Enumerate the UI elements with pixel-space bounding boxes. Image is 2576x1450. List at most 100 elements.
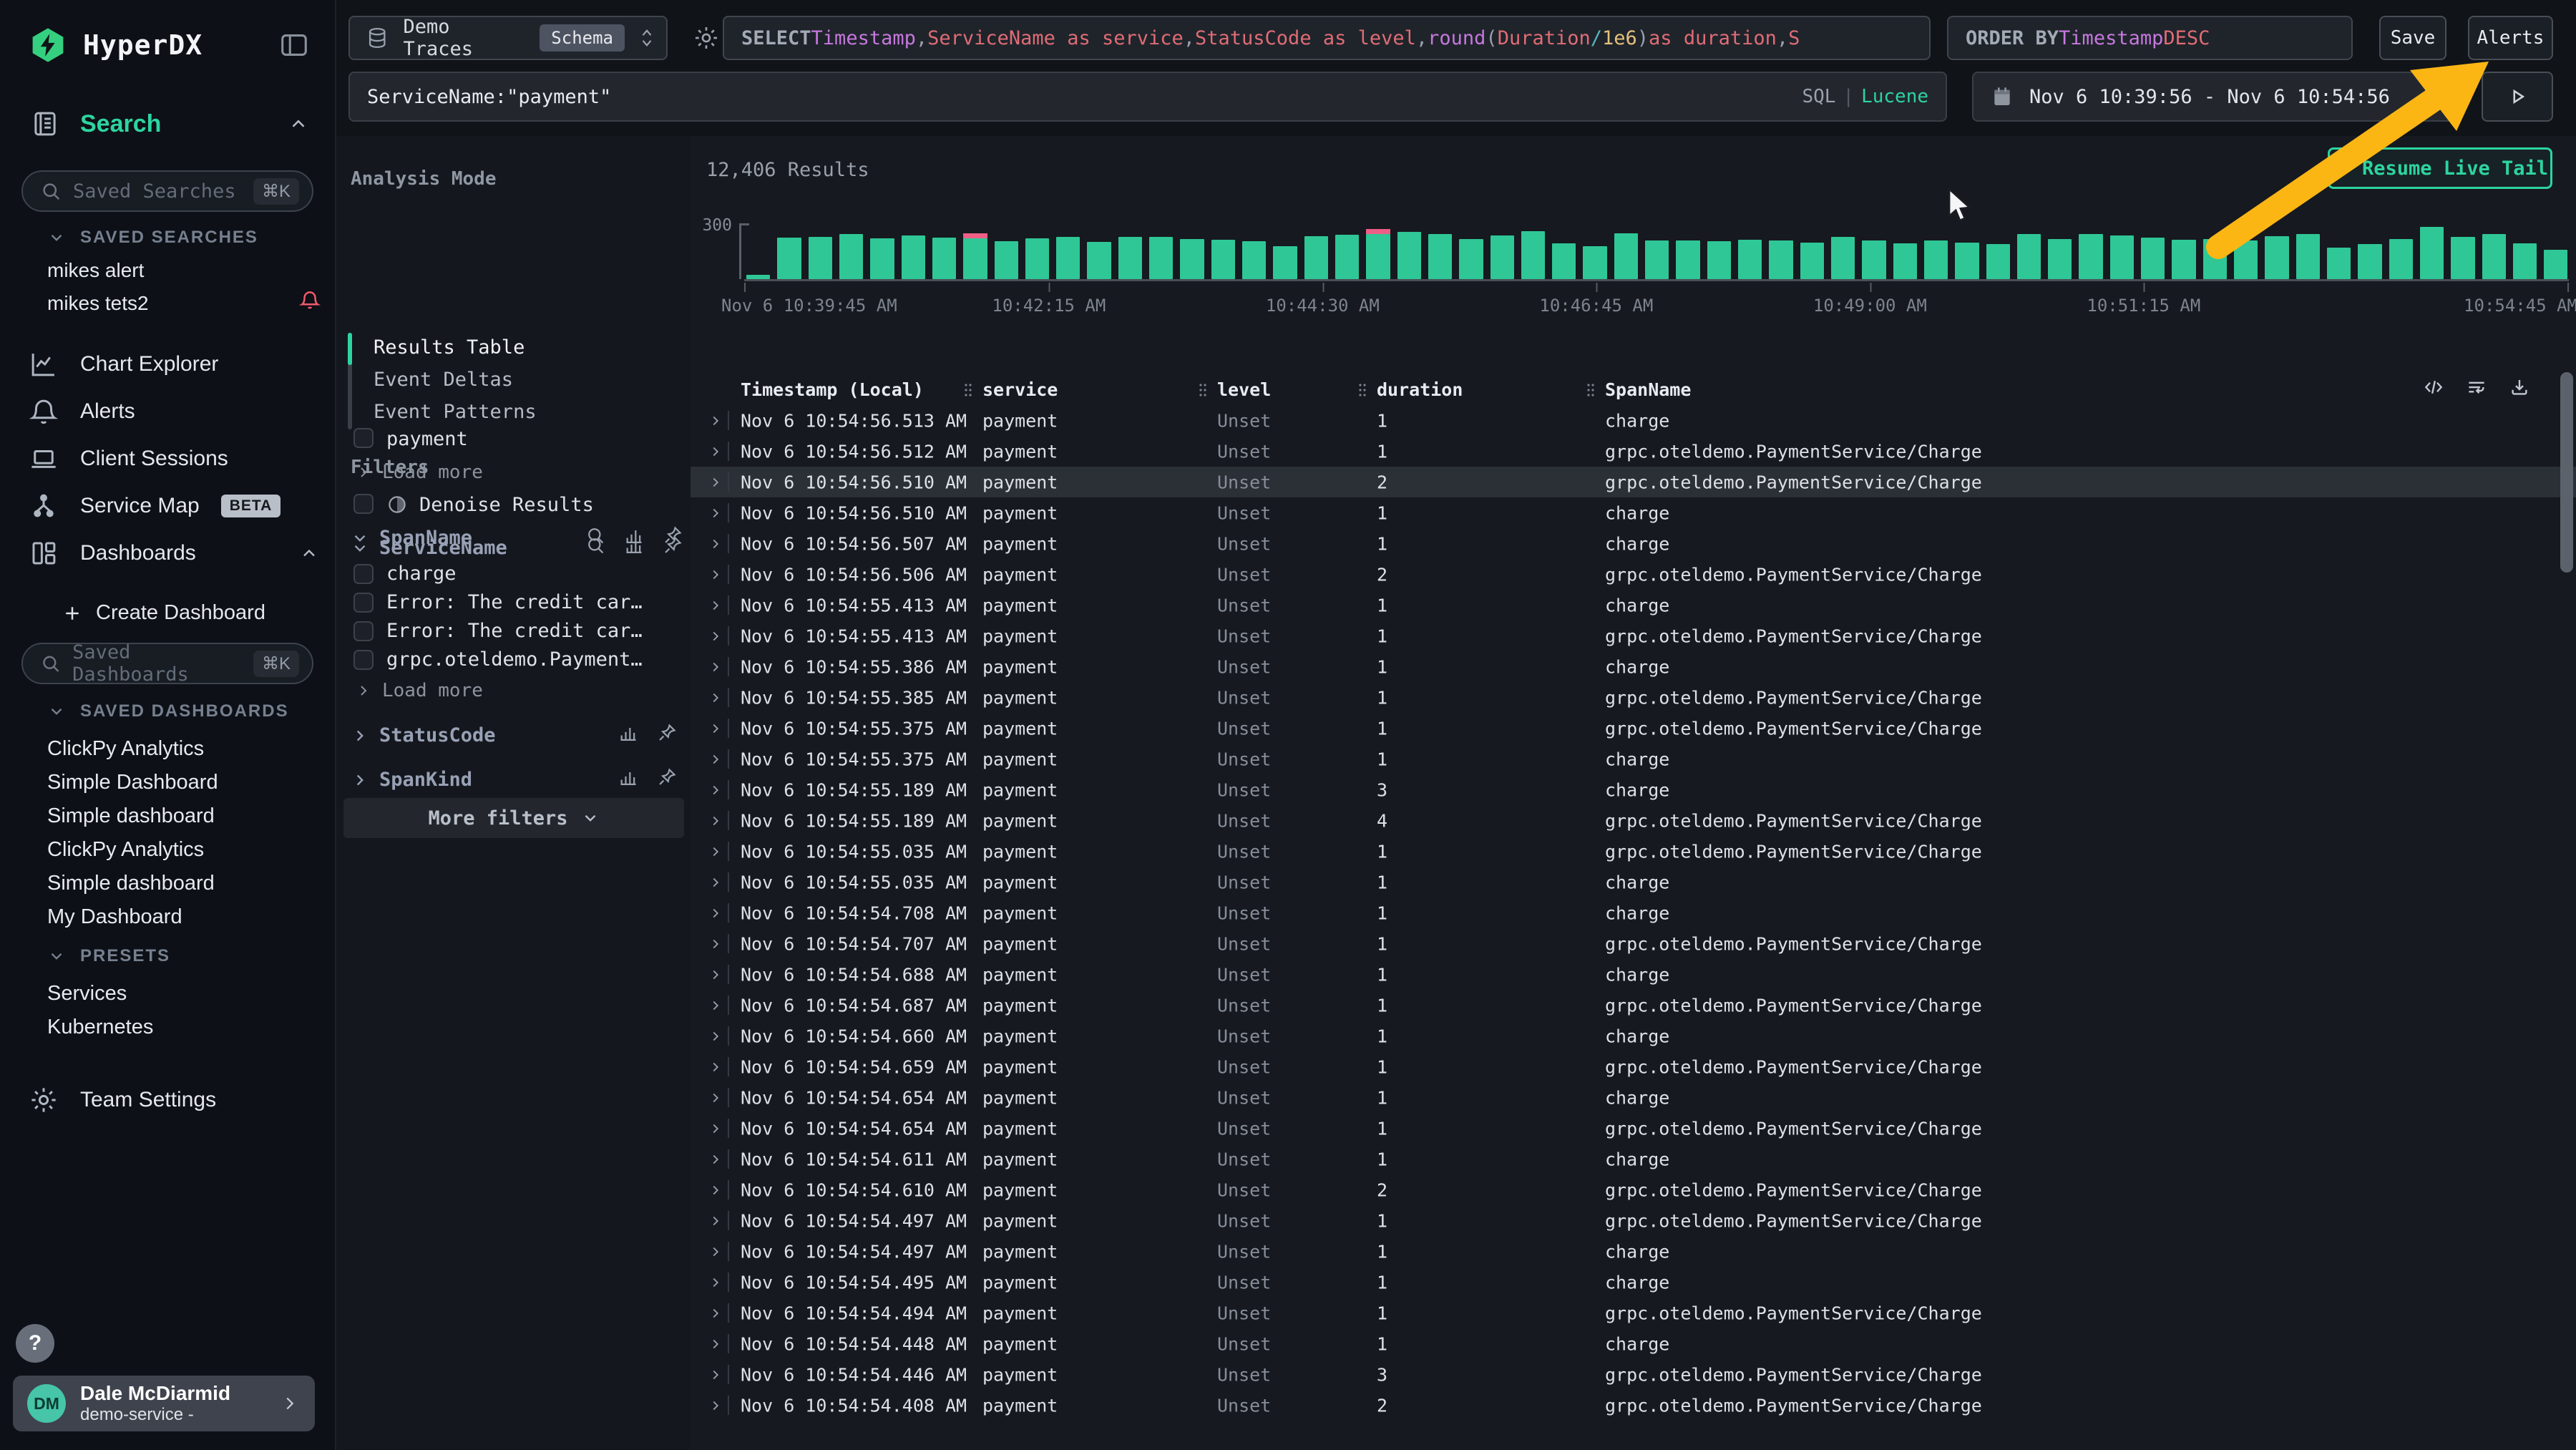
table-row[interactable]: Nov 6 10:54:55.385 AM payment Unset 1 gr…	[691, 682, 2576, 713]
filter-checkbox[interactable]	[353, 650, 374, 670]
row-expand-chevron[interactable]	[708, 567, 723, 583]
histogram-bar[interactable]	[1025, 238, 1049, 279]
dashboard-item[interactable]: Simple Dashboard	[47, 771, 218, 794]
histogram-bar[interactable]	[809, 237, 832, 279]
table-row[interactable]: Nov 6 10:54:54.687 AM payment Unset 1 gr…	[691, 990, 2576, 1021]
histogram-bar[interactable]	[2296, 234, 2320, 279]
row-expand-chevron[interactable]	[708, 875, 723, 890]
denoise-checkbox[interactable]	[353, 494, 374, 514]
dashboard-item[interactable]: Simple dashboard	[47, 872, 215, 895]
histogram-bar[interactable]	[2482, 234, 2506, 279]
row-expand-chevron[interactable]	[708, 505, 723, 521]
histogram-bar[interactable]	[2172, 240, 2195, 279]
column-spanname[interactable]: SpanName	[1585, 379, 1691, 400]
saved-search-item[interactable]: mikes tets2	[47, 292, 149, 315]
histogram-bar[interactable]	[2048, 239, 2072, 280]
histogram-bar[interactable]	[1800, 243, 1824, 280]
row-expand-chevron[interactable]	[708, 751, 723, 767]
histogram-bar[interactable]	[932, 238, 956, 279]
histogram-bar[interactable]	[1831, 237, 1855, 279]
preset-item[interactable]: Kubernetes	[47, 1016, 153, 1039]
filter-checkbox[interactable]	[353, 428, 374, 448]
servicename-load-more[interactable]: Load more	[355, 462, 483, 483]
sidebar-item-alerts[interactable]: Alerts	[29, 396, 135, 427]
table-row[interactable]: Nov 6 10:54:54.448 AM payment Unset 1 ch…	[691, 1328, 2576, 1359]
table-row[interactable]: Nov 6 10:54:54.688 AM payment Unset 1 ch…	[691, 959, 2576, 990]
table-row[interactable]: Nov 6 10:54:55.035 AM payment Unset 1 gr…	[691, 836, 2576, 867]
filter-checkbox[interactable]	[353, 564, 374, 584]
filter-checkbox[interactable]	[353, 593, 374, 613]
table-row[interactable]: Nov 6 10:54:55.189 AM payment Unset 4 gr…	[691, 805, 2576, 836]
histogram-bar[interactable]	[1862, 240, 1885, 279]
dashboard-item[interactable]: Simple dashboard	[47, 804, 215, 828]
table-row[interactable]: Nov 6 10:54:56.507 AM payment Unset 1 ch…	[691, 528, 2576, 559]
filter-checkbox[interactable]	[353, 621, 374, 641]
histogram-bar[interactable]	[2141, 238, 2165, 279]
histogram-bar[interactable]	[2265, 236, 2288, 279]
table-row[interactable]: Nov 6 10:54:54.611 AM payment Unset 1 ch…	[691, 1144, 2576, 1174]
histogram-bar[interactable]	[1273, 246, 1297, 280]
histogram-bar[interactable]	[2234, 240, 2258, 279]
saved-dashboards-header[interactable]: SAVED DASHBOARDS	[47, 701, 289, 721]
row-expand-chevron[interactable]	[708, 1244, 723, 1260]
table-row[interactable]: Nov 6 10:54:54.660 AM payment Unset 1 ch…	[691, 1021, 2576, 1051]
histogram-bar[interactable]	[1335, 235, 1359, 279]
sidebar-item-dashboards[interactable]: Dashboards	[29, 538, 196, 568]
row-expand-chevron[interactable]	[708, 721, 723, 736]
spanname-load-more[interactable]: Load more	[355, 680, 483, 701]
pin-icon[interactable]	[657, 723, 677, 743]
histogram-bar[interactable]	[1955, 243, 1979, 280]
row-expand-chevron[interactable]	[708, 1336, 723, 1352]
histogram-bar[interactable]	[1707, 241, 1731, 279]
wrap-text-icon[interactable]	[2466, 376, 2487, 398]
table-row[interactable]: Nov 6 10:54:55.413 AM payment Unset 1 gr…	[691, 621, 2576, 651]
alerts-button[interactable]: Alerts	[2468, 16, 2553, 60]
histogram-bar[interactable]	[902, 235, 925, 279]
column-duration[interactable]: duration	[1357, 379, 1463, 400]
row-expand-chevron[interactable]	[708, 844, 723, 860]
histogram-bar[interactable]	[870, 238, 894, 280]
row-expand-chevron[interactable]	[708, 936, 723, 952]
histogram-bar[interactable]	[1583, 246, 1606, 280]
row-expand-chevron[interactable]	[708, 475, 723, 490]
histogram-bar[interactable]	[1552, 243, 1576, 279]
saved-searches-input[interactable]: Saved Searches ⌘K	[21, 170, 313, 212]
order-by-input[interactable]: ORDER BY Timestamp DESC	[1947, 16, 2353, 60]
mode-event-patterns[interactable]: Event Patterns	[374, 401, 537, 423]
row-expand-chevron[interactable]	[708, 1090, 723, 1106]
histogram-bar[interactable]	[1738, 240, 1762, 279]
row-expand-chevron[interactable]	[708, 1182, 723, 1198]
dashboard-item[interactable]: My Dashboard	[47, 905, 182, 929]
bar-chart-icon[interactable]	[618, 767, 638, 787]
table-row[interactable]: Nov 6 10:54:54.654 AM payment Unset 1 ch…	[691, 1082, 2576, 1113]
row-expand-chevron[interactable]	[708, 1398, 723, 1413]
row-expand-chevron[interactable]	[708, 690, 723, 706]
histogram-bar[interactable]	[2513, 243, 2537, 279]
sidebar-item-team-settings[interactable]: Team Settings	[29, 1085, 216, 1115]
bar-chart-icon[interactable]	[618, 723, 638, 743]
histogram-bar[interactable]	[1056, 237, 1080, 279]
histogram-bar[interactable]	[2017, 234, 2041, 279]
row-expand-chevron[interactable]	[708, 1275, 723, 1290]
row-expand-chevron[interactable]	[708, 598, 723, 613]
row-expand-chevron[interactable]	[708, 813, 723, 829]
row-expand-chevron[interactable]	[708, 782, 723, 798]
row-expand-chevron[interactable]	[708, 1213, 723, 1229]
drag-handle-icon[interactable]	[962, 381, 974, 399]
help-button[interactable]: ?	[16, 1324, 54, 1363]
drag-handle-icon[interactable]	[1585, 381, 1596, 399]
histogram-bar[interactable]	[1491, 235, 1514, 280]
histogram-bar[interactable]	[2327, 248, 2351, 279]
table-row[interactable]: Nov 6 10:54:54.497 AM payment Unset 1 gr…	[691, 1205, 2576, 1236]
drag-handle-icon[interactable]	[1357, 381, 1368, 399]
histogram-bar[interactable]	[1211, 240, 1235, 279]
row-expand-chevron[interactable]	[708, 628, 723, 644]
table-row[interactable]: Nov 6 10:54:54.495 AM payment Unset 1 ch…	[691, 1267, 2576, 1298]
table-row[interactable]: Nov 6 10:54:55.386 AM payment Unset 1 ch…	[691, 651, 2576, 682]
histogram-bar[interactable]	[1397, 232, 1421, 280]
bar-chart-icon[interactable]	[624, 525, 644, 545]
histogram-bar[interactable]	[1676, 240, 1699, 279]
preset-item[interactable]: Services	[47, 982, 127, 1006]
sidebar-collapse-icon[interactable]	[278, 29, 311, 62]
histogram-bar[interactable]	[2203, 239, 2227, 280]
